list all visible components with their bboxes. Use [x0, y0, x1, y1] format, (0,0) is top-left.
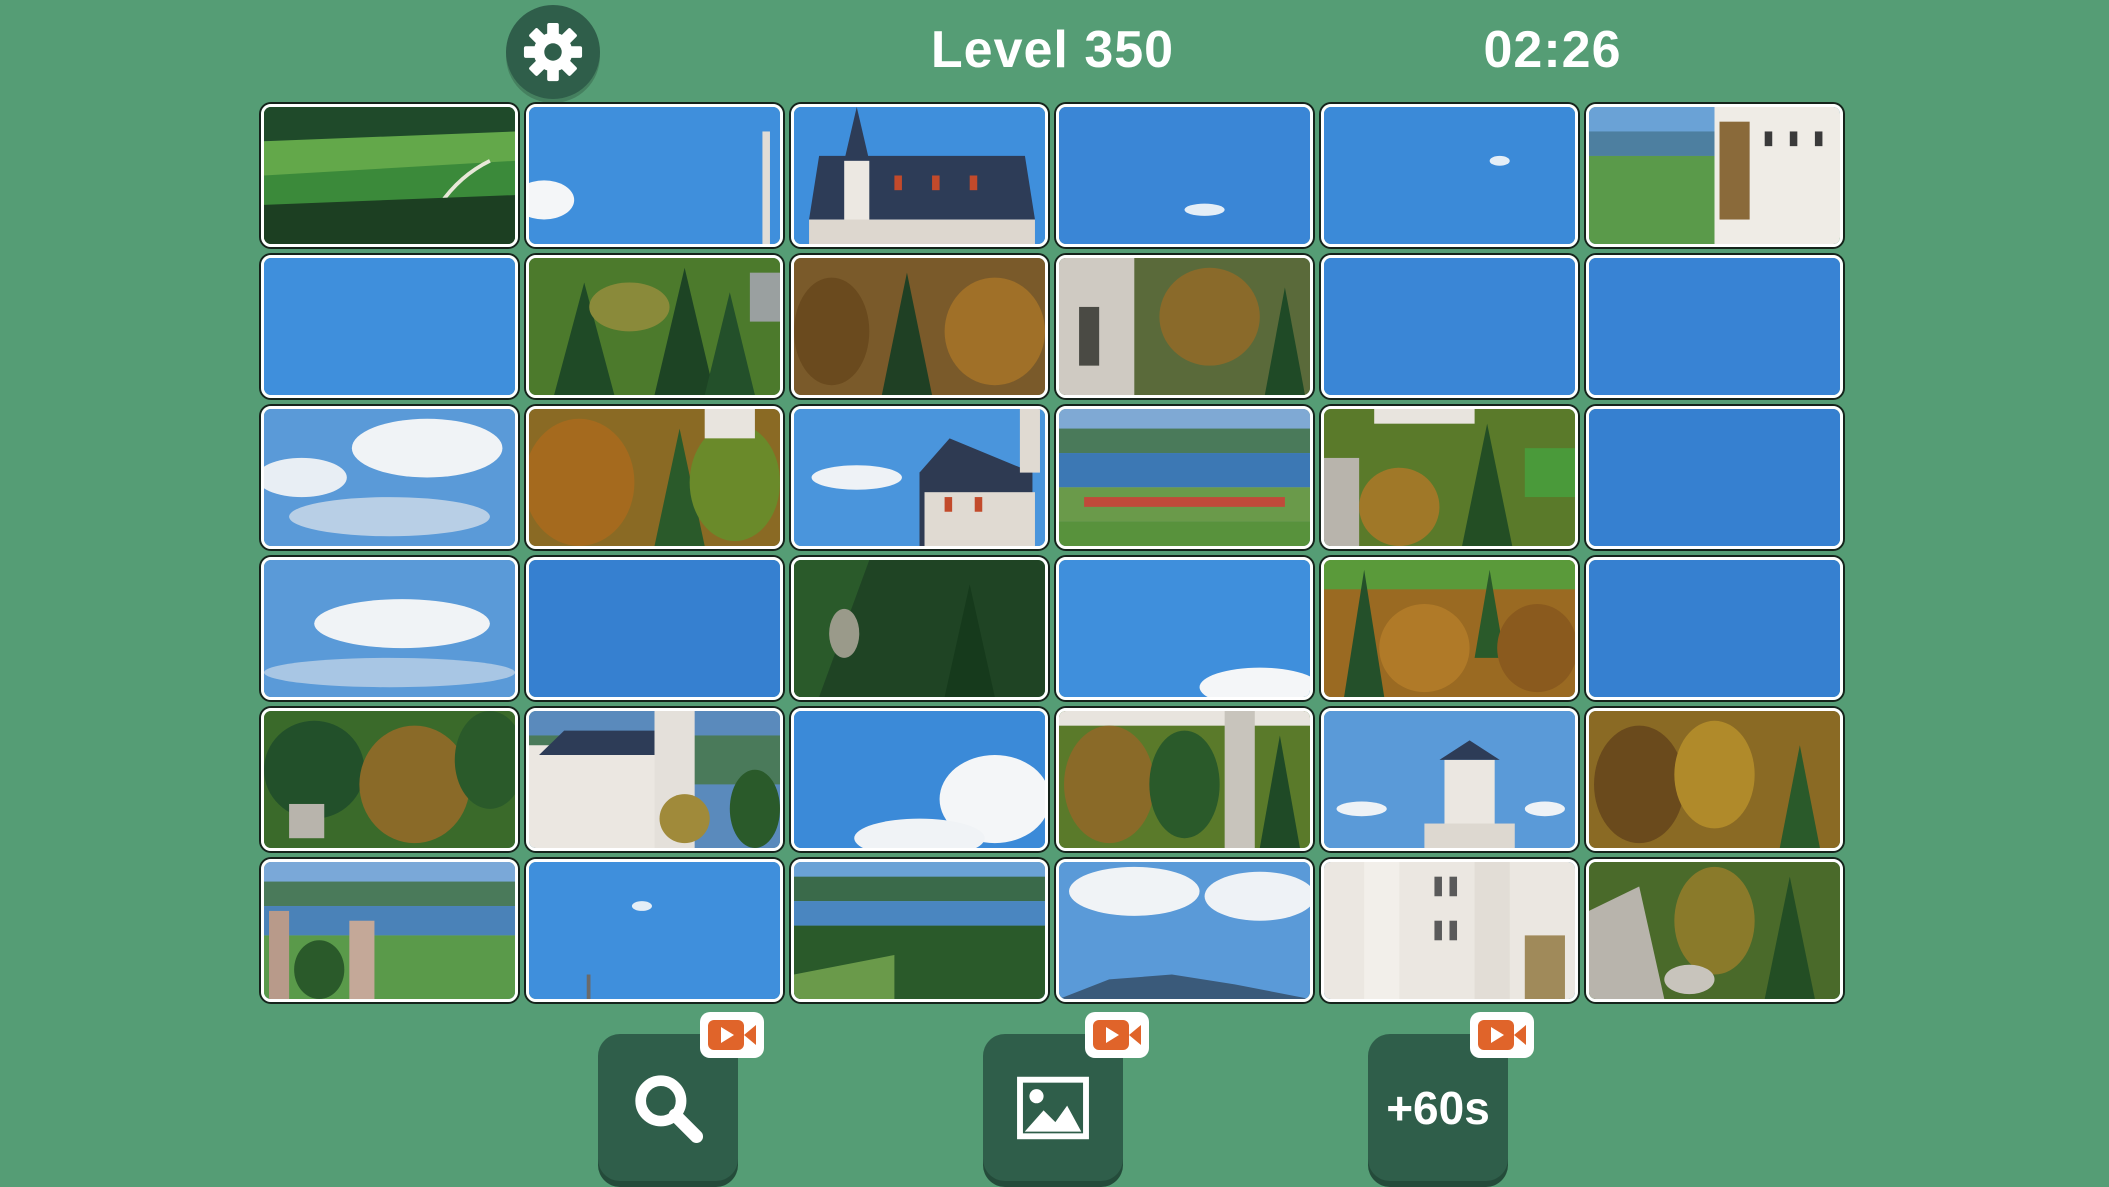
puzzle-grid [261, 104, 1843, 1002]
puzzle-tile[interactable] [1056, 406, 1313, 549]
image-icon [1017, 1076, 1089, 1139]
puzzle-tile[interactable] [791, 255, 1048, 398]
preview-image-button[interactable] [983, 1012, 1149, 1181]
puzzle-tile[interactable] [261, 708, 518, 851]
puzzle-tile[interactable] [1321, 406, 1578, 549]
puzzle-tile[interactable] [526, 104, 783, 247]
puzzle-tile[interactable] [1586, 406, 1843, 549]
puzzle-tile[interactable] [791, 104, 1048, 247]
countdown-timer: 02:26 [1483, 21, 1622, 79]
gear-icon [523, 22, 583, 82]
puzzle-tile[interactable] [261, 406, 518, 549]
settings-button[interactable] [506, 5, 600, 99]
puzzle-tile[interactable] [1321, 255, 1578, 398]
puzzle-tile[interactable] [1586, 255, 1843, 398]
add-time-label: +60s [1386, 1081, 1490, 1134]
puzzle-tile[interactable] [261, 255, 518, 398]
puzzle-tile[interactable] [1321, 859, 1578, 1002]
puzzle-tile[interactable] [1321, 104, 1578, 247]
puzzle-tile[interactable] [526, 708, 783, 851]
video-ad-icon [700, 1012, 764, 1058]
puzzle-tile[interactable] [1056, 255, 1313, 398]
puzzle-tile[interactable] [791, 406, 1048, 549]
puzzle-tile[interactable] [526, 406, 783, 549]
puzzle-tile[interactable] [526, 859, 783, 1002]
puzzle-tile[interactable] [526, 557, 783, 700]
puzzle-tile[interactable] [791, 859, 1048, 1002]
video-ad-icon [1470, 1012, 1534, 1058]
search-icon [635, 1074, 704, 1143]
puzzle-tile[interactable] [1586, 557, 1843, 700]
puzzle-tile[interactable] [526, 255, 783, 398]
video-ad-icon [1085, 1012, 1149, 1058]
puzzle-tile[interactable] [261, 859, 518, 1002]
add-time-button[interactable]: +60s [1368, 1012, 1534, 1181]
puzzle-tile[interactable] [261, 557, 518, 700]
puzzle-tile[interactable] [1586, 708, 1843, 851]
puzzle-tile[interactable] [1321, 557, 1578, 700]
puzzle-tile[interactable] [1321, 708, 1578, 851]
puzzle-tile[interactable] [791, 557, 1048, 700]
magnifier-hint-button[interactable] [598, 1012, 764, 1181]
level-label: Level 350 [930, 21, 1175, 79]
puzzle-tile[interactable] [1586, 859, 1843, 1002]
puzzle-tile[interactable] [1056, 708, 1313, 851]
puzzle-tile[interactable] [1056, 859, 1313, 1002]
puzzle-tile[interactable] [1586, 104, 1843, 247]
puzzle-tile[interactable] [1056, 104, 1313, 247]
puzzle-tile[interactable] [261, 104, 518, 247]
puzzle-tile[interactable] [1056, 557, 1313, 700]
puzzle-tile[interactable] [791, 708, 1048, 851]
